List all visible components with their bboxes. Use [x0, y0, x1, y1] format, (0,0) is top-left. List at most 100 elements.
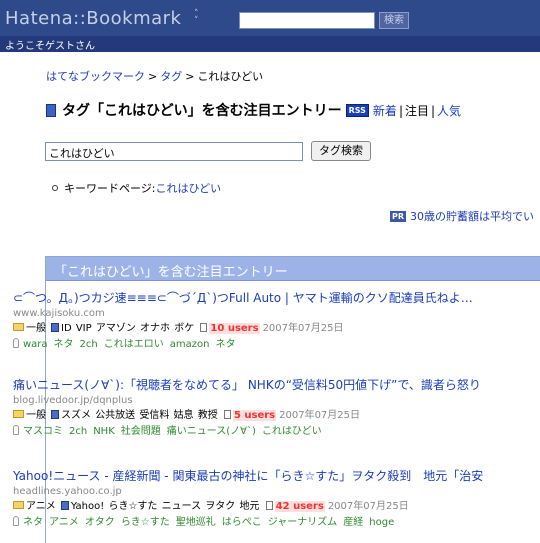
entry-users-count[interactable]: 10 users: [209, 323, 260, 334]
entry-domain[interactable]: www.kajisoku.com: [13, 307, 503, 321]
site-search-button[interactable]: 検索: [379, 12, 409, 29]
breadcrumb-separator: >: [185, 70, 195, 83]
ad-row[interactable]: PR 30歳の貯蓄額は平均でい: [390, 208, 534, 224]
entry-tag[interactable]: マスコミ: [23, 426, 63, 437]
entry-tag[interactable]: ネタ: [54, 339, 74, 350]
entry-tag[interactable]: アニメ: [49, 517, 79, 528]
entry-mytag[interactable]: 姑息: [174, 410, 194, 421]
keyword-page-row: キーワードページ:これはひどい: [52, 180, 221, 196]
entry-tag[interactable]: 2ch: [69, 426, 87, 437]
logo-menu-chevron-icon[interactable]: ˄ ˅: [194, 10, 199, 26]
page-icon: [200, 323, 208, 332]
folder-icon: [13, 410, 24, 418]
keyword-link[interactable]: これはひどい: [156, 182, 222, 195]
entry-mytag[interactable]: Yahoo!: [71, 501, 104, 512]
entry-meta-row: 一般 スズメ 公共放送 受信料 姑息 教授 5 users 2007年07月25日: [13, 408, 503, 424]
page-icon: [265, 501, 273, 510]
entry-tag[interactable]: ジャーナリズム: [268, 517, 338, 528]
entry-tag-row: マスコミ 2ch NHK 社会問題 痛いニュース(ノ∀`) これはひどい: [13, 424, 503, 440]
entry-mytag[interactable]: ヲタク: [205, 501, 235, 512]
entry-tag[interactable]: これはエロい: [104, 339, 164, 350]
entry-tag[interactable]: 産経: [343, 517, 363, 528]
welcome-text: ようこそゲストさん: [5, 41, 95, 52]
breadcrumb-tag-link[interactable]: タグ: [160, 70, 182, 83]
top-header: Hatena::Bookmark ˄ ˅ 検索: [0, 0, 540, 36]
bookmark-book-icon: [46, 104, 56, 117]
entry-mytag[interactable]: らき☆すた: [108, 501, 157, 512]
list-item: ⊂⌒つ。Д。)つカジ速≡≡≡⊂⌒づ´Д`)つFull Auto | ヤマト運輸の…: [13, 290, 503, 353]
entry-meta-row: 一般 ID VIP アマゾン オナホ ボケ 10 users 2007年07月25日: [13, 321, 503, 337]
page-icon: [223, 410, 231, 419]
tag-icon: [13, 425, 19, 435]
entry-users-count[interactable]: 42 users: [274, 501, 325, 512]
entry-domain[interactable]: headlines.yahoo.co.jp: [13, 485, 503, 499]
page-title: タグ「これはひどい」を含む注目エントリー: [62, 103, 342, 119]
entry-mytag[interactable]: ニュース: [162, 501, 202, 512]
entry-mytag[interactable]: ID: [61, 323, 72, 334]
tab-new[interactable]: 新着: [373, 104, 397, 118]
entry-tag[interactable]: amazon: [170, 339, 210, 350]
entry-mytag[interactable]: 公共放送: [95, 410, 135, 421]
rss-icon[interactable]: RSS: [345, 104, 369, 117]
tab-separator: |: [431, 104, 436, 118]
entries-box-title: 「これはひどい」を含む注目エントリー: [54, 265, 288, 280]
entry-mytag[interactable]: オナホ: [140, 323, 170, 334]
entry-tag[interactable]: 聖地巡礼: [176, 517, 216, 528]
entry-tag-row: wara ネタ 2ch これはエロい amazon ネタ: [13, 337, 503, 353]
breadcrumb-current: これはひどい: [197, 70, 264, 83]
list-item: Yahoo!ニュース - 産経新聞 - 関東最古の神社に「らき☆すた」ヲタク殺到…: [13, 468, 503, 531]
tab-popular[interactable]: 人気: [437, 104, 461, 118]
entry-tag[interactable]: らき☆すた: [121, 517, 170, 528]
mytag-book-icon: [51, 410, 59, 419]
entry-mytag[interactable]: 地元: [239, 501, 259, 512]
tag-icon: [13, 516, 19, 526]
entry-tag[interactable]: NHK: [93, 426, 115, 437]
bullet-icon: [52, 185, 58, 191]
entry-mytag[interactable]: VIP: [76, 323, 92, 334]
entry-category[interactable]: 一般: [26, 323, 46, 334]
tag-search-input[interactable]: これはひどい: [45, 142, 303, 161]
entry-meta-row: アニメ Yahoo! らき☆すた ニュース ヲタク 地元 42 users 2007…: [13, 499, 503, 515]
entry-tag[interactable]: wara: [23, 339, 48, 350]
entry-category[interactable]: 一般: [26, 410, 46, 421]
entry-title-link[interactable]: ⊂⌒つ。Д。)つカジ速≡≡≡⊂⌒づ´Д`)つFull Auto | ヤマト運輸の…: [13, 290, 503, 307]
entry-mytag[interactable]: 教授: [198, 410, 218, 421]
pr-badge: PR: [390, 211, 407, 222]
entry-mytag[interactable]: 受信料: [139, 410, 169, 421]
entry-date: 2007年07月25日: [279, 410, 361, 421]
site-search-input[interactable]: [239, 12, 375, 29]
tag-search-button[interactable]: タグ検索: [311, 141, 371, 161]
entry-tag[interactable]: これはひどい: [262, 426, 322, 437]
breadcrumb-separator: >: [148, 70, 158, 83]
tab-hot[interactable]: 注目: [405, 104, 429, 118]
entry-tag[interactable]: hoge: [369, 517, 394, 528]
entry-category[interactable]: アニメ: [26, 501, 56, 512]
entry-mytag[interactable]: ボケ: [174, 323, 194, 334]
tag-icon: [13, 338, 19, 348]
entry-mytag[interactable]: スズメ: [61, 410, 91, 421]
entry-tag[interactable]: はらぺこ: [222, 517, 262, 528]
entry-tag-row: ネタ アニメ オタク らき☆すた 聖地巡礼 はらぺこ ジャーナリズム 産経 hoge: [13, 515, 503, 531]
entry-mytag[interactable]: アマゾン: [96, 323, 136, 334]
entry-tag[interactable]: 痛いニュース(ノ∀`): [167, 426, 256, 437]
ad-link[interactable]: 30歳の貯蓄額は平均でい: [410, 210, 534, 223]
entry-title-link[interactable]: 痛いニュース(ノ∀`):「視聴者をなめてる」 NHKの“受信料50円値下げ”で、…: [13, 377, 503, 394]
list-item: 痛いニュース(ノ∀`):「視聴者をなめてる」 NHKの“受信料50円値下げ”で、…: [13, 377, 503, 440]
breadcrumb: はてなブックマーク > タグ > これはひどい: [46, 68, 263, 84]
entry-tag[interactable]: ネタ: [23, 517, 43, 528]
entry-tag[interactable]: 2ch: [80, 339, 98, 350]
entry-date: 2007年07月25日: [327, 501, 409, 512]
hatena-bookmark-logo[interactable]: Hatena::Bookmark: [5, 8, 181, 29]
entry-tag[interactable]: ネタ: [215, 339, 235, 350]
entry-users-count[interactable]: 5 users: [232, 410, 277, 421]
entry-tag[interactable]: オタク: [85, 517, 115, 528]
welcome-bar: ようこそゲストさん: [0, 36, 540, 52]
breadcrumb-home-link[interactable]: はてなブックマーク: [46, 70, 145, 83]
entry-date: 2007年07月25日: [262, 323, 344, 334]
entry-domain[interactable]: blog.livedoor.jp/dqnplus: [13, 394, 503, 408]
entry-tag[interactable]: 社会問題: [121, 426, 161, 437]
entry-title-link[interactable]: Yahoo!ニュース - 産経新聞 - 関東最古の神社に「らき☆すた」ヲタク殺到…: [13, 468, 503, 485]
folder-icon: [13, 501, 24, 509]
page-title-row: タグ「これはひどい」を含む注目エントリー RSS 新着 | 注目 | 人気: [46, 100, 461, 120]
tab-separator: |: [398, 104, 403, 118]
